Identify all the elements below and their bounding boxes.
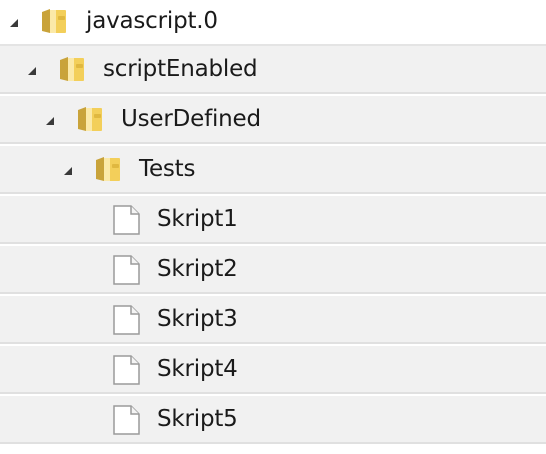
tree-node-label: Skript4	[157, 356, 238, 382]
tree-node-label: scriptEnabled	[103, 56, 258, 82]
expand-toggle-icon[interactable]	[46, 117, 54, 125]
tree-node-label: Skript5	[157, 406, 238, 432]
folder-icon	[40, 7, 68, 39]
tree-node-userdefined[interactable]: UserDefined	[0, 96, 546, 144]
tree-node-skript1[interactable]: Skript1	[0, 196, 546, 244]
tree-node-label: Skript1	[157, 206, 238, 232]
tree-node-label: javascript.0	[86, 8, 218, 34]
file-icon	[111, 305, 141, 339]
folder-icon	[58, 55, 86, 87]
tree-node-skript4[interactable]: Skript4	[0, 346, 546, 394]
tree-node-label: Skript3	[157, 306, 238, 332]
folder-icon	[94, 155, 122, 187]
expand-toggle-icon[interactable]	[28, 67, 36, 75]
tree-node-label: Tests	[139, 156, 196, 182]
expand-toggle-icon[interactable]	[64, 167, 72, 175]
tree-node-skript2[interactable]: Skript2	[0, 246, 546, 294]
tree-node-label: Skript2	[157, 256, 238, 282]
tree-node-skript3[interactable]: Skript3	[0, 296, 546, 344]
tree-node-skript5[interactable]: Skript5	[0, 396, 546, 444]
tree-node-label: UserDefined	[121, 106, 261, 132]
file-icon	[111, 255, 141, 289]
tree-node-scriptenabled[interactable]: scriptEnabled	[0, 46, 546, 94]
file-icon	[111, 205, 141, 239]
folder-icon	[76, 105, 104, 137]
file-icon	[111, 405, 141, 439]
expand-toggle-icon[interactable]	[10, 19, 18, 27]
tree-node-tests[interactable]: Tests	[0, 146, 546, 194]
folder-tree: javascript.0 scriptEnabled UserDefined T…	[0, 0, 546, 454]
tree-node-javascript-0[interactable]: javascript.0	[0, 0, 546, 46]
file-icon	[111, 355, 141, 389]
